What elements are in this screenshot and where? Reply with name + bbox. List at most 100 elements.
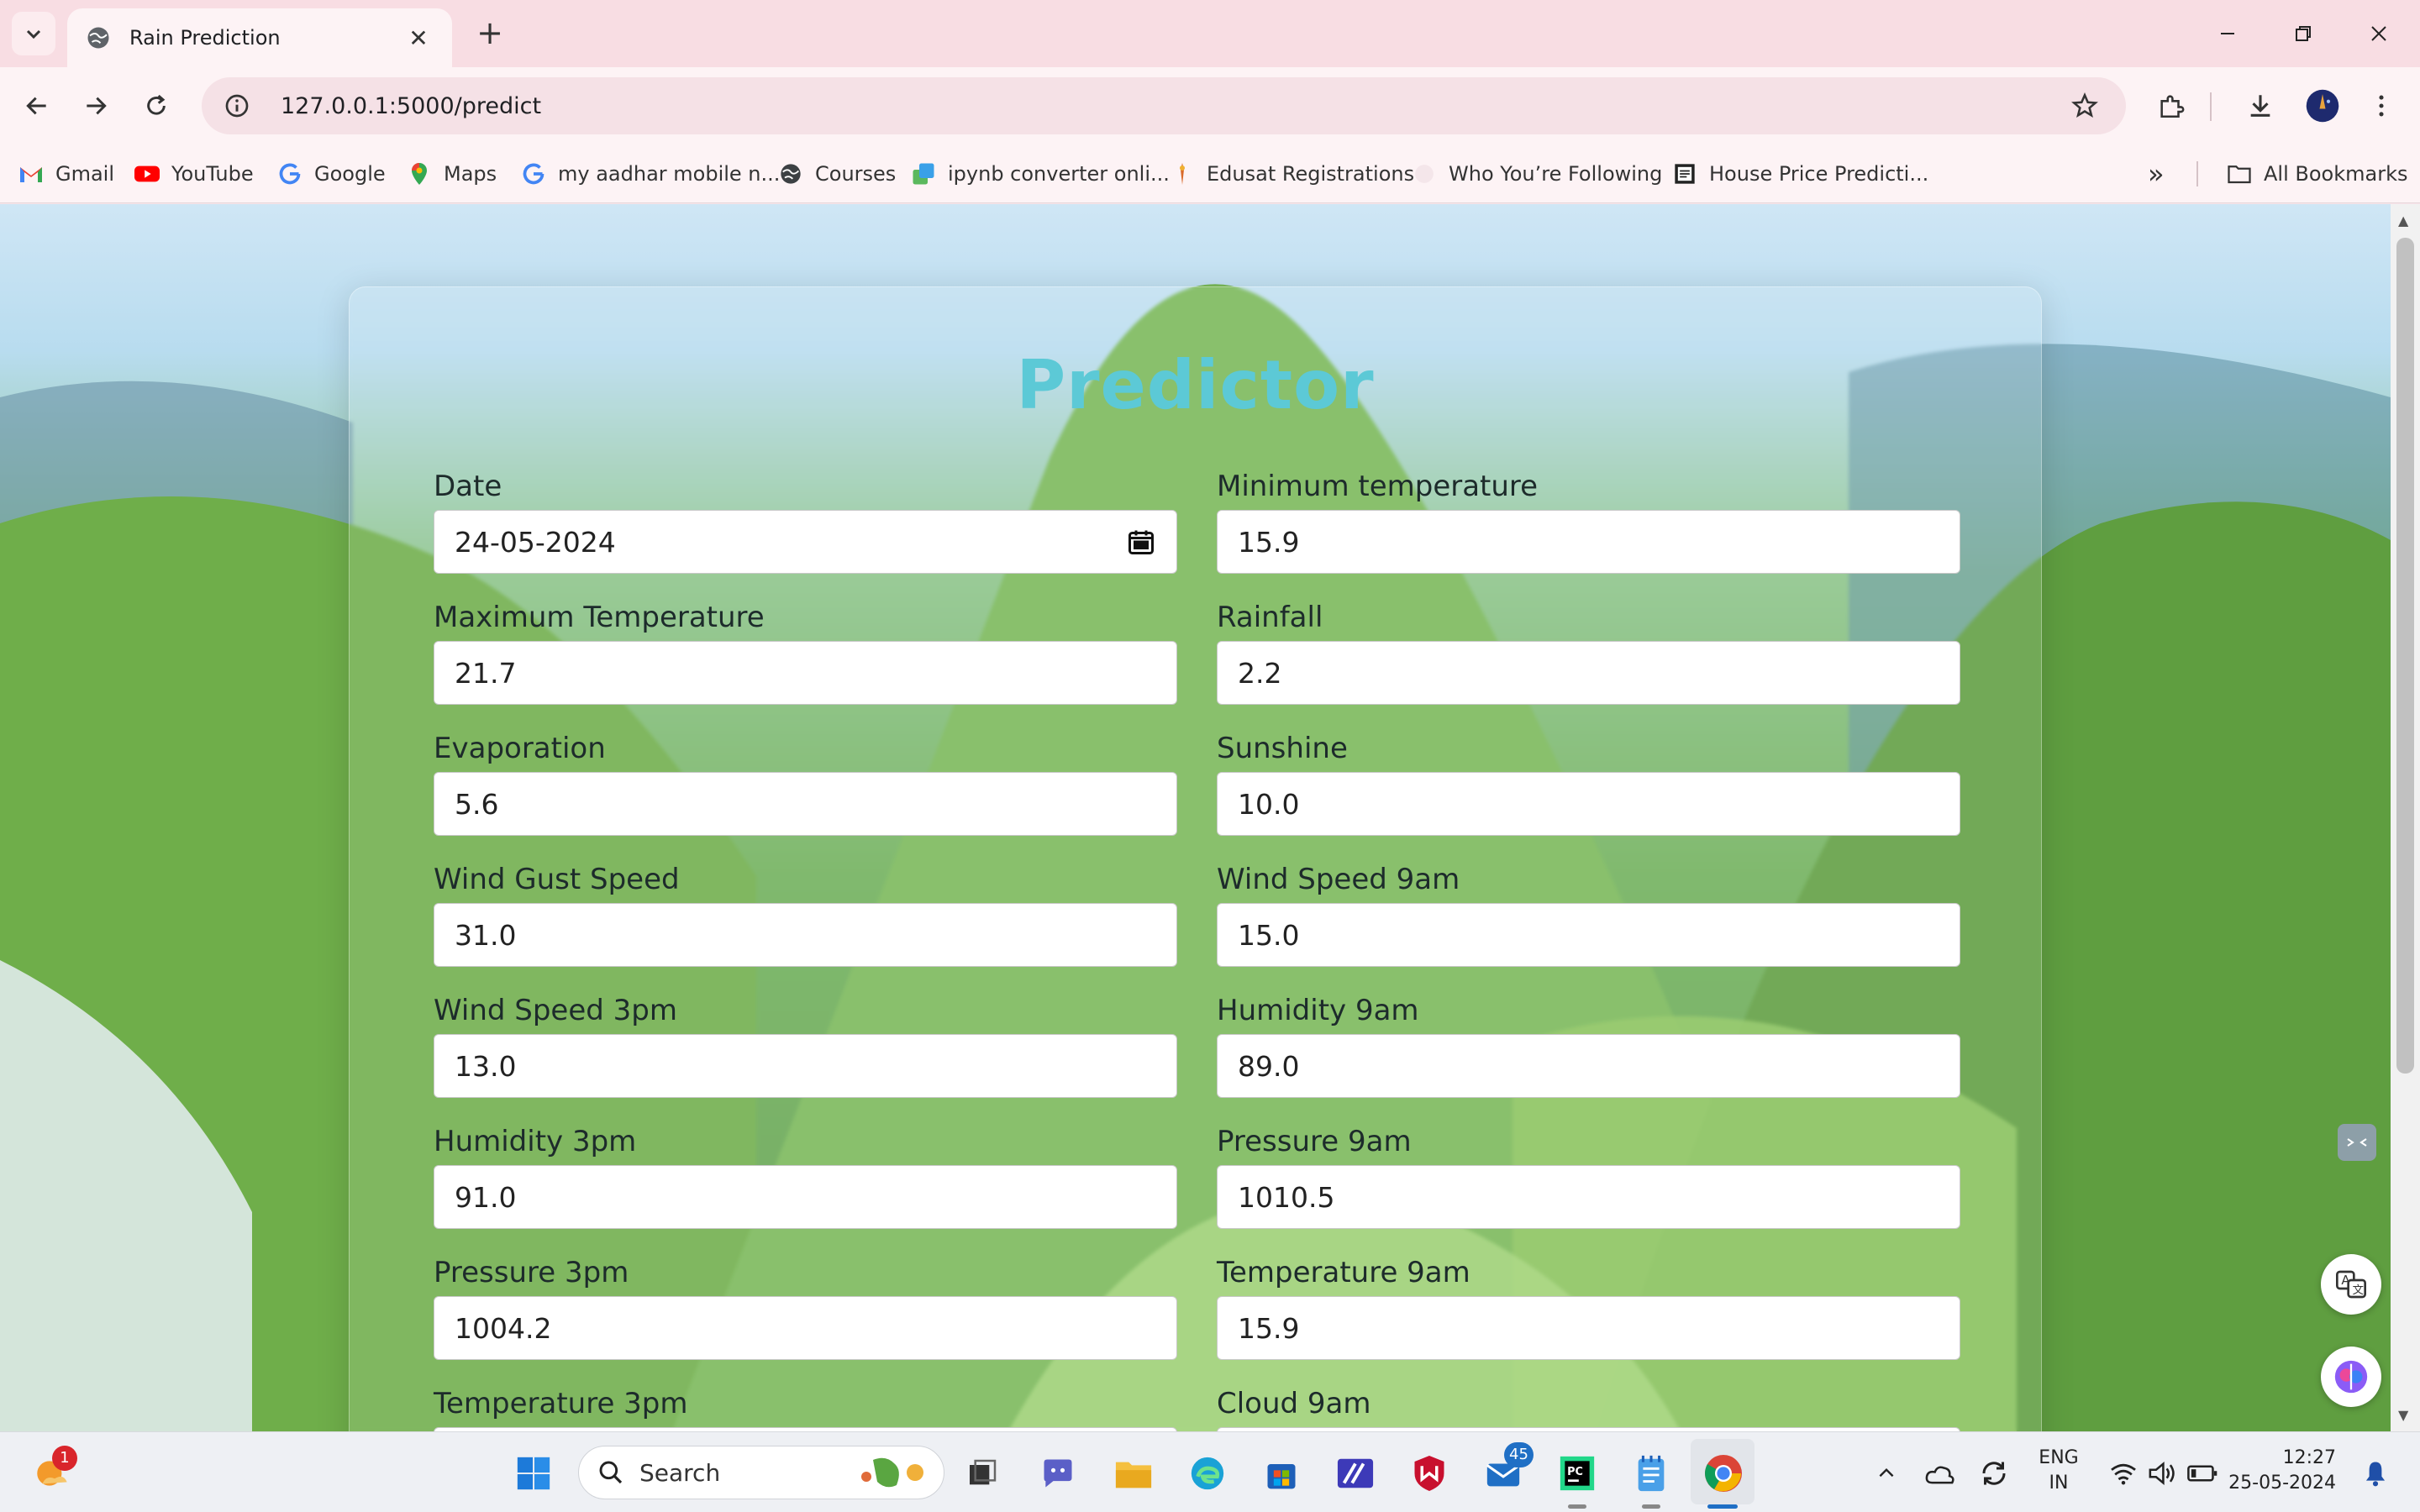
address-bar[interactable]: 127.0.0.1:5000/predict — [202, 77, 2126, 134]
kebab-menu-icon — [2379, 95, 2384, 117]
folder-icon — [1115, 1462, 1152, 1488]
notepad-button[interactable] — [1628, 1451, 1674, 1496]
edge-browser-button[interactable] — [1185, 1451, 1230, 1496]
pen-app-icon — [1337, 1458, 1374, 1488]
bookmark-courses[interactable]: Courses — [778, 156, 896, 192]
battery-icon — [2187, 1465, 2217, 1482]
field-label: Wind Gust Speed — [434, 863, 680, 896]
language-indicator[interactable]: ENG IN — [2033, 1446, 2084, 1496]
bookmark-house-price[interactable]: House Price Predicti... — [1672, 156, 1928, 192]
windows-taskbar: 1 Search 45 PC ENG IN 12:27 25-05-2024 — [0, 1431, 2420, 1512]
all-bookmarks-button[interactable]: All Bookmarks — [2227, 156, 2407, 192]
field-label: Rainfall — [1217, 601, 1323, 634]
back-button[interactable] — [15, 84, 59, 128]
humidity-3pm-input[interactable]: 91.0 — [434, 1165, 1177, 1229]
ai-assistant-button[interactable] — [2321, 1347, 2381, 1407]
clock[interactable]: 12:27 25-05-2024 — [2227, 1446, 2336, 1496]
reload-icon — [147, 94, 166, 115]
converter-icon — [911, 161, 936, 186]
field-wind-speed-3pm: Wind Speed 3pm 13.0 — [434, 992, 1177, 1098]
bookmark-aadhar[interactable]: my aadhar mobile n... — [521, 156, 780, 192]
volume-button[interactable] — [2139, 1451, 2185, 1496]
profile-avatar[interactable] — [2301, 84, 2344, 128]
site-info-icon[interactable] — [218, 87, 255, 124]
field-temp-3pm: Temperature 3pm — [434, 1385, 1177, 1431]
bookmark-following[interactable]: Who You’re Following — [1412, 156, 1662, 192]
browser-tab[interactable]: Rain Prediction ✕ — [67, 8, 452, 67]
close-window-button[interactable] — [2349, 12, 2408, 55]
taskbar-search[interactable]: Search — [578, 1446, 944, 1499]
gmail-icon — [18, 161, 44, 186]
globe-icon — [87, 27, 109, 49]
sunshine-input[interactable]: 10.0 — [1217, 772, 1960, 836]
rainfall-input[interactable]: 2.2 — [1217, 641, 1960, 705]
onedrive-button[interactable] — [1918, 1451, 1963, 1496]
outlook-button[interactable]: 45 — [1481, 1442, 1534, 1496]
field-label: Temperature 9am — [1217, 1256, 1470, 1289]
browser-menu-button[interactable] — [2360, 84, 2403, 128]
pressure-9am-input[interactable]: 1010.5 — [1217, 1165, 1960, 1229]
scroll-down-icon[interactable]: ▼ — [2398, 1407, 2408, 1423]
side-panel-collapse-button[interactable] — [2338, 1124, 2376, 1161]
translate-float-button[interactable]: A文 — [2321, 1254, 2381, 1315]
bookmark-label: ipynb converter onli... — [948, 162, 1170, 186]
bookmark-label: House Price Predicti... — [1709, 162, 1929, 186]
pressure-3pm-input[interactable]: 1004.2 — [434, 1296, 1177, 1360]
tab-close-icon[interactable]: ✕ — [403, 24, 434, 52]
scroll-up-icon[interactable]: ▲ — [2398, 213, 2408, 228]
field-humidity-3pm: Humidity 3pm 91.0 — [434, 1123, 1177, 1229]
whiteboard-app-button[interactable] — [1333, 1451, 1378, 1496]
field-cloud-9am: Cloud 9am — [1217, 1385, 1960, 1431]
speaker-icon — [2149, 1461, 2175, 1486]
weather-widget[interactable]: 1 — [30, 1446, 77, 1496]
more-bookmarks-button[interactable]: » — [2148, 156, 2165, 192]
humidity-9am-input[interactable]: 89.0 — [1217, 1034, 1960, 1098]
edusat-icon — [1170, 161, 1195, 186]
input-value: 10.0 — [1238, 787, 1300, 821]
url-text[interactable]: 127.0.0.1:5000/predict — [281, 93, 2062, 119]
extensions-button[interactable] — [2149, 84, 2193, 128]
page-viewport: Predictor Date 24-05-2024 Minimum temper… — [0, 204, 2420, 1431]
bookmark-edusat[interactable]: Edusat Registrations — [1170, 156, 1414, 192]
calendar-icon[interactable] — [1126, 527, 1156, 557]
field-label: Wind Speed 9am — [1217, 863, 1460, 896]
wind-speed-3pm-input[interactable]: 13.0 — [434, 1034, 1177, 1098]
chrome-button[interactable] — [1701, 1451, 1746, 1496]
evaporation-input[interactable]: 5.6 — [434, 772, 1177, 836]
reload-button[interactable] — [134, 84, 178, 128]
pycharm-button[interactable]: PC — [1555, 1451, 1600, 1496]
new-tab-button[interactable]: + — [471, 15, 509, 54]
input-value: 13.0 — [455, 1049, 517, 1083]
file-explorer-button[interactable] — [1111, 1451, 1156, 1496]
wind-speed-9am-input[interactable]: 15.0 — [1217, 903, 1960, 967]
page-scrollbar[interactable]: ▲ ▼ — [2391, 204, 2420, 1431]
bookmark-ipynb[interactable]: ipynb converter onli... — [911, 156, 1170, 192]
notifications-button[interactable] — [2353, 1451, 2398, 1496]
region-code: IN — [2049, 1473, 2069, 1494]
mcafee-button[interactable] — [1407, 1451, 1452, 1496]
date-input[interactable]: 24-05-2024 — [434, 510, 1177, 574]
sync-button[interactable] — [1971, 1451, 2017, 1496]
start-button[interactable] — [511, 1451, 556, 1496]
battery-button[interactable] — [2180, 1451, 2225, 1496]
bookmark-google[interactable]: Google — [277, 156, 386, 192]
restore-button[interactable] — [2274, 12, 2333, 55]
scrollbar-thumb[interactable] — [2396, 238, 2414, 1074]
forward-button[interactable] — [74, 84, 118, 128]
chat-app-button[interactable] — [1035, 1451, 1081, 1496]
downloads-button[interactable] — [2238, 84, 2282, 128]
youtube-icon — [134, 161, 160, 186]
temp-9am-input[interactable]: 15.9 — [1217, 1296, 1960, 1360]
task-view-button[interactable] — [960, 1451, 1005, 1496]
max-temp-input[interactable]: 21.7 — [434, 641, 1177, 705]
tab-search-button[interactable] — [12, 12, 55, 55]
minimize-button[interactable] — [2198, 12, 2257, 55]
store-button[interactable] — [1259, 1451, 1304, 1496]
bookmark-star-icon[interactable] — [2062, 83, 2107, 129]
min-temp-input[interactable]: 15.9 — [1217, 510, 1960, 574]
bookmark-youtube[interactable]: YouTube — [134, 156, 254, 192]
show-hidden-icons-button[interactable] — [1864, 1451, 1909, 1496]
wind-gust-speed-input[interactable]: 31.0 — [434, 903, 1177, 967]
bookmark-maps[interactable]: Maps — [407, 156, 497, 192]
bookmark-gmail[interactable]: Gmail — [18, 156, 114, 192]
